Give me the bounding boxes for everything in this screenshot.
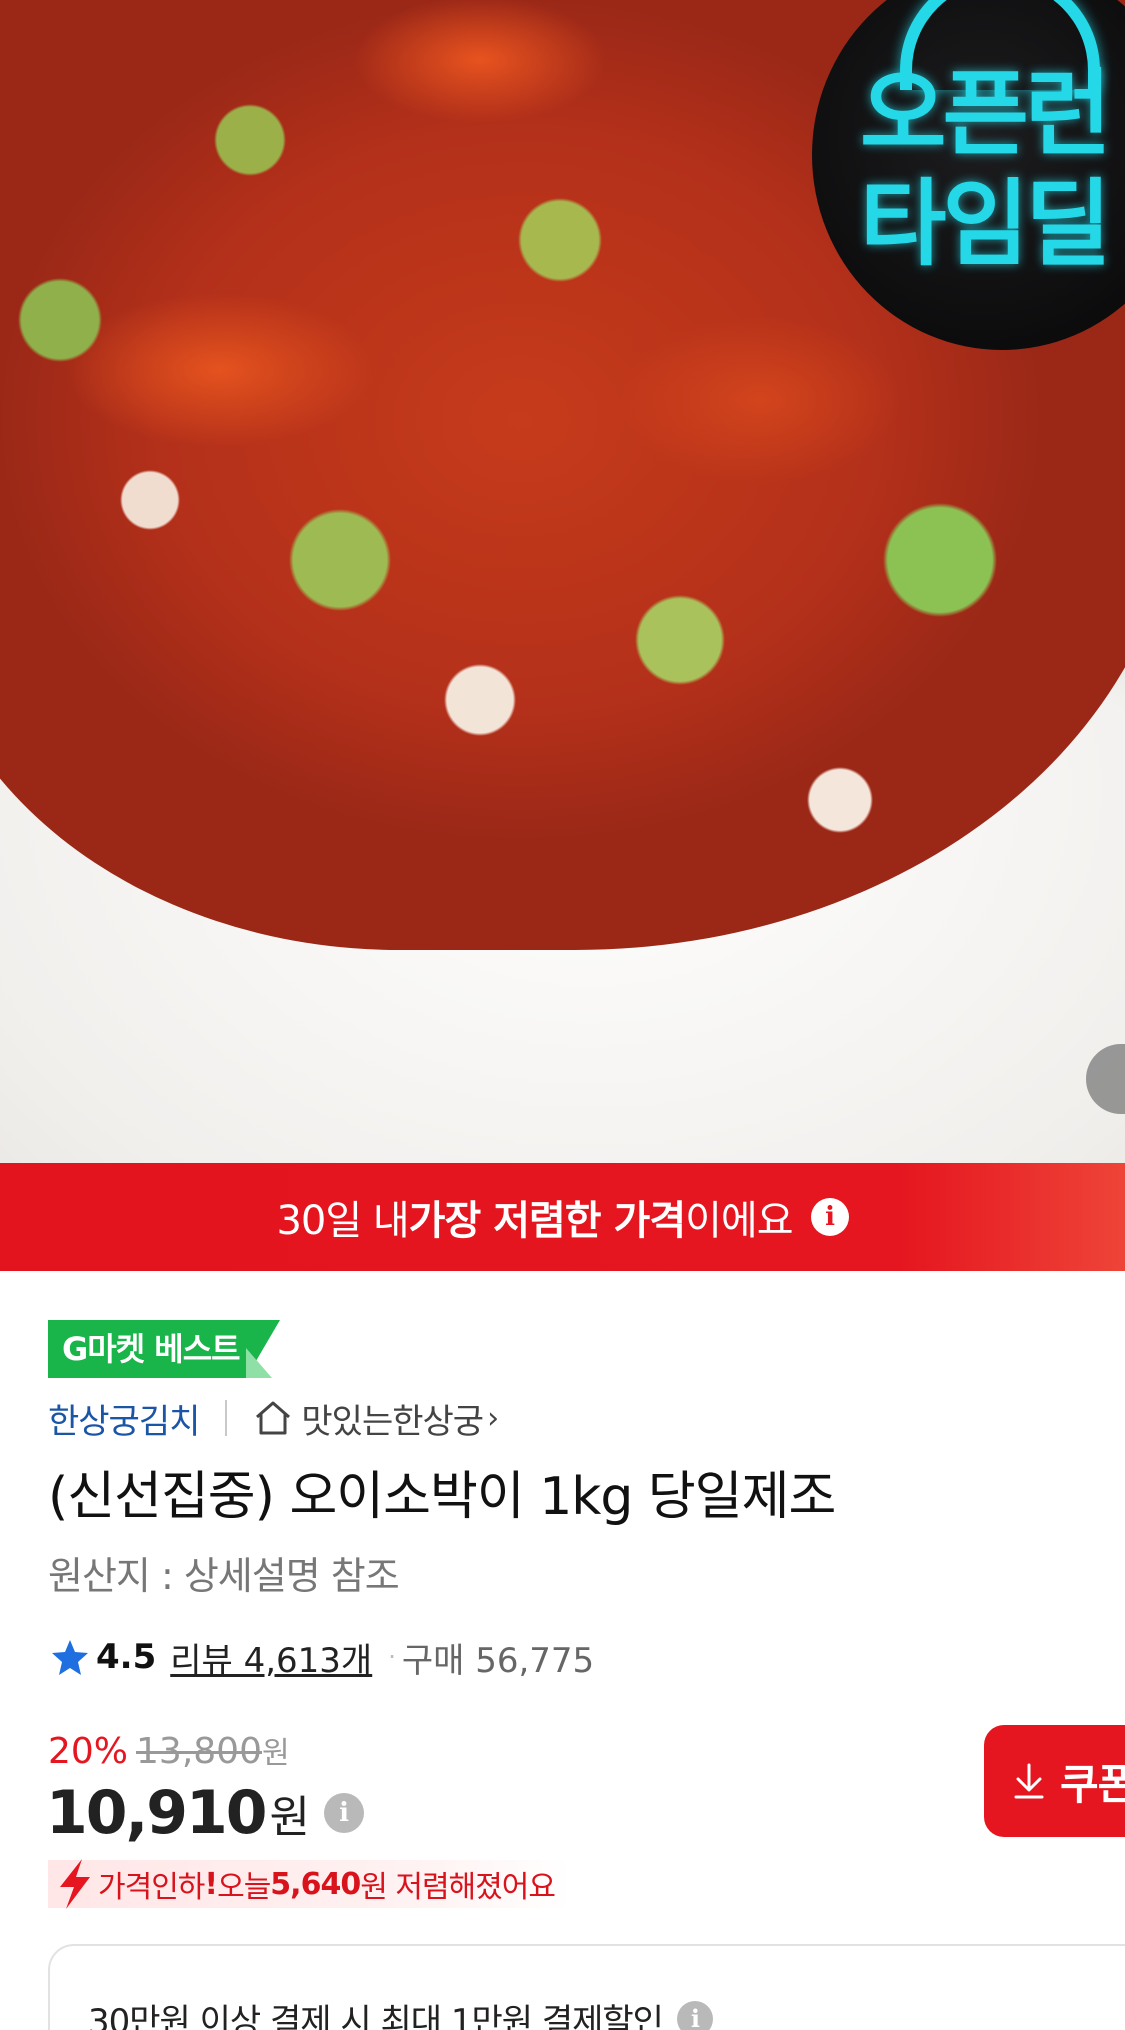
separator-dot: · <box>388 1643 396 1671</box>
origin-info: 원산지 : 상세설명 참조 <box>48 1554 400 1598</box>
best-badge-tail <box>245 1320 280 1378</box>
star-icon <box>52 1640 88 1675</box>
price-drop-amount: 5,640 <box>270 1866 361 1902</box>
info-icon[interactable]: i <box>810 1198 849 1236</box>
product-title: (신선집중) 오이소박이 1kg 당일제조 <box>48 1467 836 1527</box>
original-price-unit: 원 <box>261 1736 290 1771</box>
download-icon <box>1014 1763 1044 1799</box>
seller-name-link[interactable]: 한상궁김치 <box>48 1394 200 1443</box>
lowest-price-banner[interactable]: 30일 내 가장 저렴한 가격 이에요 i <box>0 1163 1125 1271</box>
price-drop-suffix: 원 저렴해졌어요 <box>360 1870 556 1905</box>
price-drop-excl: ! <box>204 1866 218 1902</box>
timedeal-badge-line2: 타임딜 <box>860 170 1111 279</box>
product-image-carousel[interactable]: 오픈런 타임딜 <box>0 0 1125 1163</box>
sale-price-row: 10,910 원 i <box>46 1778 365 1848</box>
seller-row: 한상궁김치 맛있는한상궁 › <box>48 1388 499 1448</box>
payment-discount-row: 30만원 이상 결제 시 최대 1만원 결제할인 i <box>88 1994 713 2030</box>
rating-row: 4.5 리뷰 4,613개 · 구매 56,775 <box>50 1630 594 1684</box>
discount-rate: 20% <box>48 1731 129 1772</box>
info-icon[interactable]: i <box>676 2000 713 2030</box>
sale-price-unit: 원 <box>269 1792 311 1843</box>
home-icon <box>256 1401 291 1435</box>
purchase-count: 구매 56,775 <box>401 1640 595 1681</box>
best-badge-label: G마켓 베스트 <box>48 1320 246 1378</box>
coupon-label: 쿠폰 <box>1060 1759 1125 1809</box>
price-drop-notice: 가격인하 ! 오늘 5,640 원 저렴해졌어요 <box>48 1856 571 1912</box>
divider <box>225 1400 228 1436</box>
review-count-link[interactable]: 리뷰 4,613개 <box>170 1633 372 1682</box>
price-drop-bar: 가격인하 ! 오늘 5,640 원 저렴해졌어요 <box>48 1859 571 1909</box>
bolt-icon <box>60 1859 90 1909</box>
price-drop-mid: 오늘 <box>217 1870 271 1905</box>
price-drop-prefix: 가격인하 <box>98 1870 205 1905</box>
lowest-banner-prefix: 30일 내 <box>276 1198 409 1244</box>
store-name: 맛있는한상궁 <box>301 1401 484 1442</box>
lowest-banner-suffix: 이에요 <box>685 1198 793 1244</box>
original-price: 13,800 <box>136 1731 262 1772</box>
rating-value: 4.5 <box>96 1637 157 1677</box>
chevron-right-icon: › <box>487 1400 499 1436</box>
timedeal-badge-text: 오픈런 타임딜 <box>860 60 1125 280</box>
product-detail-page: 오픈런 타임딜 30일 내 가장 저렴한 가격 이에요 i G마켓 베스트 한상… <box>0 0 1125 2030</box>
sale-price: 10,910 <box>46 1778 268 1848</box>
payment-discount-box[interactable]: 30만원 이상 결제 시 최대 1만원 결제할인 i <box>48 1944 1125 2030</box>
lowest-banner-strong: 가장 저렴한 가격 <box>408 1198 686 1244</box>
discount-row: 20% 13,800 원 <box>48 1728 290 1778</box>
timedeal-badge-line1: 오픈런 <box>860 60 1111 169</box>
payment-discount-text: 30만원 이상 결제 시 최대 1만원 결제할인 <box>88 2002 664 2030</box>
coupon-download-button[interactable]: 쿠폰 <box>984 1725 1125 1837</box>
gmarket-best-badge: G마켓 베스트 <box>48 1320 280 1378</box>
store-link[interactable]: 맛있는한상궁 › <box>253 1394 499 1443</box>
info-icon[interactable]: i <box>324 1793 365 1833</box>
